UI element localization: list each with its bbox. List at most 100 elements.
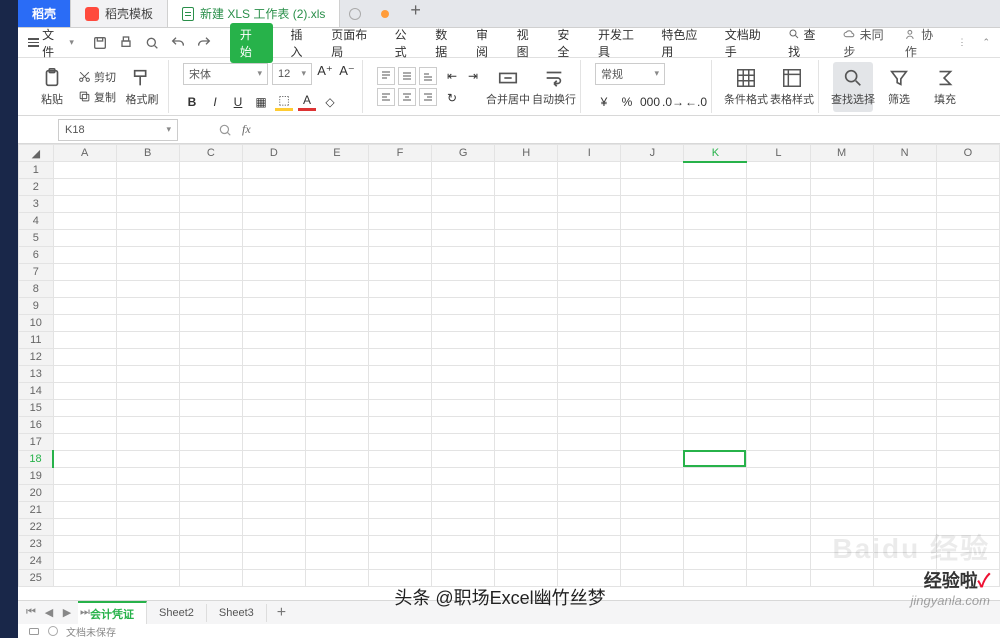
cell[interactable] xyxy=(53,519,116,536)
fill-color-button[interactable]: ⬚ xyxy=(275,93,293,111)
cell[interactable] xyxy=(936,570,999,587)
cell[interactable] xyxy=(432,366,495,383)
cell[interactable] xyxy=(368,247,431,264)
cell[interactable] xyxy=(432,519,495,536)
cell[interactable] xyxy=(495,315,558,332)
cell[interactable] xyxy=(810,434,873,451)
cell[interactable] xyxy=(368,349,431,366)
row-header[interactable]: 25 xyxy=(19,570,54,587)
cell[interactable] xyxy=(179,400,242,417)
cell[interactable] xyxy=(684,417,747,434)
cell[interactable] xyxy=(810,230,873,247)
cell[interactable] xyxy=(53,162,116,179)
cell[interactable] xyxy=(621,179,684,196)
column-header[interactable]: N xyxy=(873,145,936,162)
cell[interactable] xyxy=(116,570,179,587)
cell[interactable] xyxy=(810,417,873,434)
table-style-button[interactable]: 表格样式 xyxy=(772,62,812,112)
cell[interactable] xyxy=(495,451,558,468)
cell[interactable] xyxy=(179,519,242,536)
cell[interactable] xyxy=(558,383,621,400)
cell[interactable] xyxy=(179,468,242,485)
cell[interactable] xyxy=(53,383,116,400)
cell[interactable] xyxy=(873,400,936,417)
column-header[interactable]: K xyxy=(684,145,747,162)
cell[interactable] xyxy=(747,553,810,570)
cell[interactable] xyxy=(810,298,873,315)
cancel-icon[interactable] xyxy=(218,123,232,137)
redo-icon[interactable] xyxy=(196,35,212,51)
collab-button[interactable]: 协作 xyxy=(905,26,942,60)
cell[interactable] xyxy=(621,485,684,502)
cell[interactable] xyxy=(558,417,621,434)
cell[interactable] xyxy=(747,434,810,451)
increase-indent-button[interactable]: ⇥ xyxy=(464,67,482,85)
decrease-decimal-button[interactable]: ←.0 xyxy=(687,93,705,111)
cell[interactable] xyxy=(179,264,242,281)
row-header[interactable]: 6 xyxy=(19,247,54,264)
cell[interactable] xyxy=(242,264,305,281)
cell[interactable] xyxy=(242,434,305,451)
row-header[interactable]: 22 xyxy=(19,519,54,536)
cell[interactable] xyxy=(179,298,242,315)
cell[interactable] xyxy=(368,366,431,383)
row-header[interactable]: 11 xyxy=(19,332,54,349)
cell[interactable] xyxy=(53,196,116,213)
currency-button[interactable]: ¥ xyxy=(595,93,613,111)
row-header[interactable]: 23 xyxy=(19,536,54,553)
cell[interactable] xyxy=(179,570,242,587)
menu-search[interactable]: 查找 xyxy=(788,26,825,60)
cell[interactable] xyxy=(873,196,936,213)
decrease-font-button[interactable]: A⁻ xyxy=(338,63,356,85)
cell[interactable] xyxy=(747,264,810,281)
number-format-select[interactable]: 常规▾ xyxy=(595,63,665,85)
cell[interactable] xyxy=(621,451,684,468)
column-header[interactable]: B xyxy=(116,145,179,162)
cell[interactable] xyxy=(305,468,368,485)
cell[interactable] xyxy=(305,451,368,468)
cell[interactable] xyxy=(936,400,999,417)
expand-ribbon[interactable]: ⌃ xyxy=(982,37,990,48)
row-header[interactable]: 18 xyxy=(19,451,54,468)
cell[interactable] xyxy=(179,349,242,366)
cell[interactable] xyxy=(684,281,747,298)
cell[interactable] xyxy=(368,553,431,570)
cell[interactable] xyxy=(873,485,936,502)
cell[interactable] xyxy=(747,383,810,400)
cell[interactable] xyxy=(53,570,116,587)
cell[interactable] xyxy=(179,247,242,264)
row-header[interactable]: 21 xyxy=(19,502,54,519)
cell[interactable] xyxy=(495,264,558,281)
increase-font-button[interactable]: A⁺ xyxy=(316,63,334,85)
cell[interactable] xyxy=(873,247,936,264)
menu-insert[interactable]: 插入 xyxy=(291,26,314,60)
cell[interactable] xyxy=(873,281,936,298)
cell[interactable] xyxy=(116,264,179,281)
cell[interactable] xyxy=(368,417,431,434)
cell[interactable] xyxy=(116,519,179,536)
cell[interactable] xyxy=(873,230,936,247)
cell[interactable] xyxy=(368,179,431,196)
cell[interactable] xyxy=(621,281,684,298)
cell[interactable] xyxy=(305,536,368,553)
cell[interactable] xyxy=(116,332,179,349)
row-header[interactable]: 2 xyxy=(19,179,54,196)
cell[interactable] xyxy=(621,553,684,570)
cell[interactable] xyxy=(810,332,873,349)
cell[interactable] xyxy=(621,536,684,553)
cell[interactable] xyxy=(558,366,621,383)
cell[interactable] xyxy=(621,519,684,536)
cell[interactable] xyxy=(495,366,558,383)
cell[interactable] xyxy=(558,434,621,451)
cell[interactable] xyxy=(305,298,368,315)
cell[interactable] xyxy=(621,502,684,519)
column-header[interactable]: L xyxy=(747,145,810,162)
cell[interactable] xyxy=(621,570,684,587)
column-header[interactable]: F xyxy=(368,145,431,162)
orientation-button[interactable]: ↻ xyxy=(443,89,461,107)
menu-special[interactable]: 特色应用 xyxy=(661,26,706,60)
tab-templates[interactable]: 稻壳模板 xyxy=(71,0,168,27)
cell[interactable] xyxy=(558,213,621,230)
cell[interactable] xyxy=(810,553,873,570)
cell[interactable] xyxy=(432,451,495,468)
